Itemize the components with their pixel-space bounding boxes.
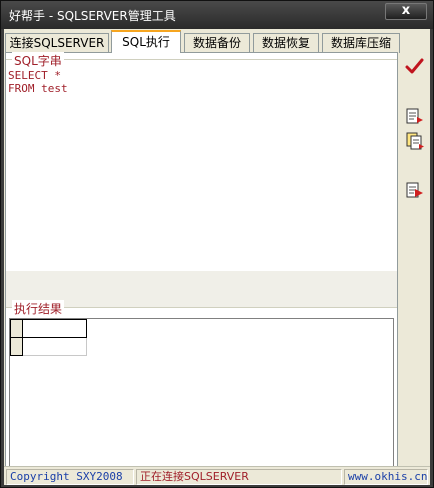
document-arrow-icon — [406, 108, 423, 124]
sql-input[interactable]: SELECT * FROM test — [8, 69, 394, 269]
grid-cell[interactable] — [22, 337, 87, 356]
new-query-button[interactable] — [405, 107, 425, 127]
sql-tab-panel: SQL字串 SELECT * FROM test 执行结果 — [5, 52, 398, 482]
export-button[interactable] — [405, 181, 425, 201]
grid-corner-cell[interactable] — [10, 319, 23, 338]
grid-row-indicator[interactable] — [10, 337, 23, 356]
status-bar: Copyright SXY2008 正在连接SQLSERVER www.okhi… — [4, 466, 430, 485]
tab-restore[interactable]: 数据恢复 — [253, 33, 319, 53]
status-connection: 正在连接SQLSERVER — [136, 469, 342, 485]
tab-compress[interactable]: 数据库压缩 — [322, 33, 400, 53]
tab-backup[interactable]: 数据备份 — [184, 33, 250, 53]
document-export-icon — [406, 182, 423, 198]
tab-sql-execute[interactable]: SQL执行 — [111, 30, 181, 53]
title-bar[interactable]: 好帮手 - SQLSERVER管理工具 x — [1, 1, 433, 29]
status-copyright: Copyright SXY2008 — [6, 469, 134, 485]
sql-group: SQL字串 SELECT * FROM test — [6, 52, 397, 271]
grid-row — [10, 337, 87, 356]
execute-button[interactable] — [405, 57, 425, 77]
copy-button[interactable] — [405, 131, 425, 151]
app-window: 好帮手 - SQLSERVER管理工具 x 连接SQLSERVER SQL执行 … — [0, 0, 434, 488]
document-copy-icon — [406, 132, 424, 150]
tab-connect[interactable]: 连接SQLSERVER — [5, 33, 109, 53]
close-button[interactable]: x — [385, 3, 427, 20]
grid-header-row — [10, 319, 87, 338]
side-toolbar — [399, 53, 430, 483]
close-icon: x — [401, 3, 411, 18]
client-area: 连接SQLSERVER SQL执行 数据备份 数据恢复 数据库压缩 SQL字串 … — [4, 29, 430, 485]
checkmark-icon — [405, 58, 424, 74]
tab-bar: 连接SQLSERVER SQL执行 数据备份 数据恢复 数据库压缩 — [4, 29, 430, 53]
sql-group-label: SQL字串 — [12, 52, 64, 69]
result-grid[interactable] — [9, 318, 394, 478]
splitter-area — [6, 271, 397, 307]
window-title: 好帮手 - SQLSERVER管理工具 — [9, 9, 176, 23]
grid-column-header[interactable] — [22, 319, 87, 338]
result-group: 执行结果 — [6, 300, 397, 481]
result-group-label: 执行结果 — [12, 300, 65, 317]
status-website-link[interactable]: www.okhis.cn — [344, 469, 428, 485]
